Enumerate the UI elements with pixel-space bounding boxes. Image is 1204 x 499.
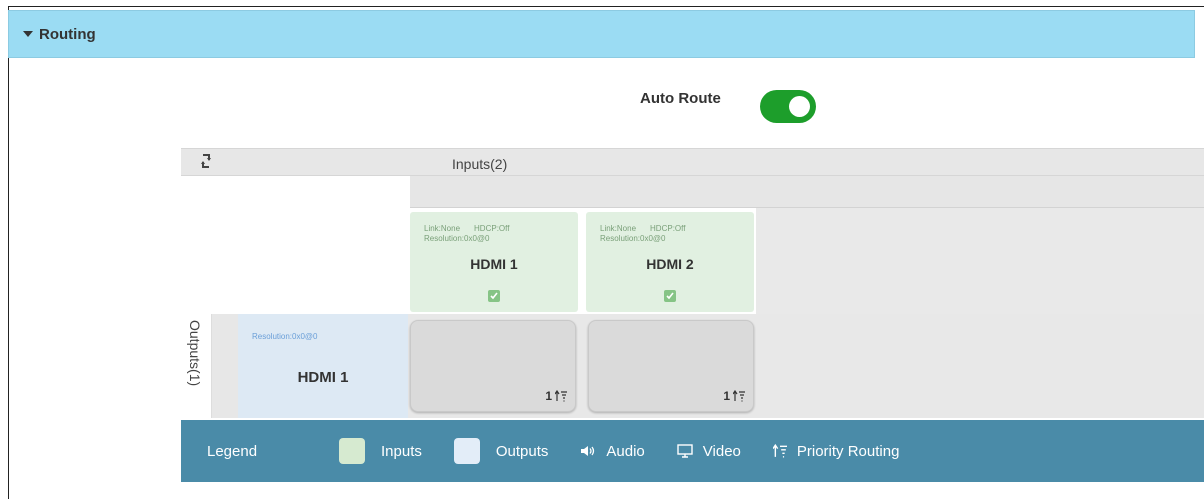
legend-video: Video	[677, 443, 773, 460]
legend-priority: Priority Routing	[772, 442, 932, 460]
auto-route-row: Auto Route	[640, 90, 721, 107]
link-status: Link:None	[600, 224, 637, 233]
inputs-swatch	[339, 438, 365, 464]
legend-inputs-label: Inputs	[381, 442, 422, 460]
route-cell-in2-out1[interactable]: 1	[588, 320, 754, 412]
priority-number: 1	[723, 389, 730, 403]
cell-priority: 1	[545, 389, 567, 403]
output-name: HDMI 1	[297, 369, 349, 386]
outputs-gap	[212, 314, 238, 418]
monitor-icon	[677, 444, 693, 458]
input-checkbox[interactable]	[488, 290, 500, 302]
outputs-label: Outputs(1)	[181, 314, 212, 418]
legend-outputs: Outputs	[453, 438, 581, 464]
input-resolution: Resolution:0x0@0	[424, 234, 490, 243]
inputs-row-filler	[756, 208, 1204, 314]
legend-audio-label: Audio	[606, 442, 645, 460]
input-status: Link:None HDCP:Off Resolution:0x0@0	[600, 224, 685, 244]
inputs-subheader	[410, 176, 1204, 208]
toggle-knob	[789, 96, 810, 117]
input-card-hdmi-2[interactable]: Link:None HDCP:Off Resolution:0x0@0 HDMI …	[586, 212, 754, 312]
auto-route-label: Auto Route	[640, 90, 721, 107]
section-title: Routing	[39, 25, 96, 43]
cell-priority: 1	[723, 389, 745, 403]
input-checkbox[interactable]	[664, 290, 676, 302]
hdcp-status: HDCP:Off	[650, 224, 686, 233]
input-name: HDMI 2	[646, 256, 694, 272]
link-status: Link:None	[424, 224, 461, 233]
priority-routing-icon	[733, 390, 745, 402]
legend-audio: Audio	[580, 443, 676, 460]
inputs-title: Inputs(2)	[452, 156, 508, 172]
outputs-title: Outputs(1)	[187, 320, 203, 387]
legend-video-label: Video	[702, 442, 741, 460]
route-cell-in1-out1[interactable]: 1	[410, 320, 576, 412]
routing-section-header[interactable]: Routing	[8, 10, 1195, 58]
speaker-icon	[580, 444, 596, 458]
grid-corner	[181, 176, 410, 314]
legend-inputs: Inputs	[339, 438, 454, 464]
legend-bar: Legend Inputs Outputs Audio Video Priori…	[181, 420, 1204, 482]
legend-outputs-label: Outputs	[495, 442, 549, 460]
caret-down-icon	[23, 31, 33, 37]
auto-route-toggle[interactable]	[760, 90, 816, 123]
input-resolution: Resolution:0x0@0	[600, 234, 666, 243]
input-status: Link:None HDCP:Off Resolution:0x0@0	[424, 224, 509, 244]
priority-routing-icon	[772, 444, 787, 458]
priority-routing-icon	[555, 390, 567, 402]
legend-priority-label: Priority Routing	[796, 442, 900, 460]
input-name: HDMI 1	[470, 256, 518, 272]
inputs-header-bar	[181, 148, 1204, 176]
output-card-hdmi-1[interactable]: Resolution:0x0@0 HDMI 1	[238, 314, 408, 418]
hdcp-status: HDCP:Off	[474, 224, 510, 233]
priority-number: 1	[545, 389, 552, 403]
refresh-icon[interactable]	[200, 152, 212, 170]
output-resolution: Resolution:0x0@0	[252, 332, 318, 341]
outputs-swatch	[453, 438, 480, 464]
legend-title: Legend	[207, 442, 258, 460]
input-card-hdmi-1[interactable]: Link:None HDCP:Off Resolution:0x0@0 HDMI …	[410, 212, 578, 312]
